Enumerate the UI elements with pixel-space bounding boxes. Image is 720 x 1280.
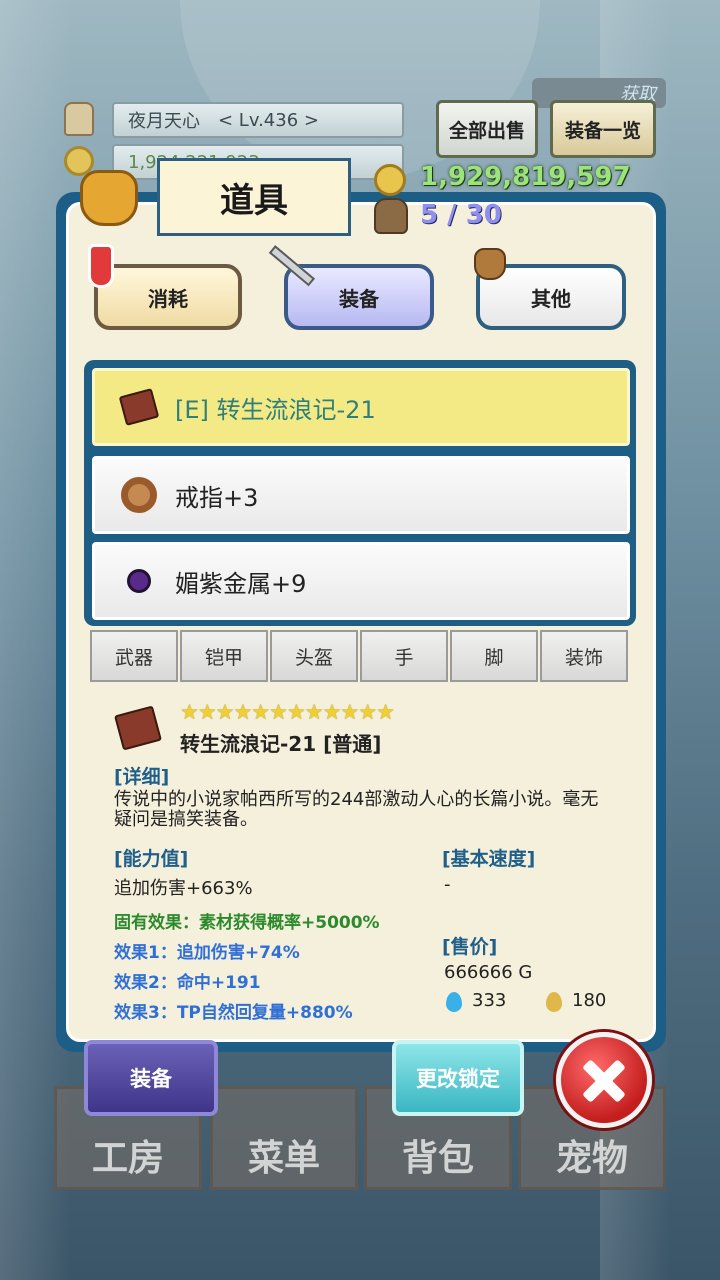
list-item[interactable]: 媚紫金属+9 — [92, 542, 630, 620]
tab-foot-label: 脚 — [484, 646, 504, 669]
tab-foot[interactable]: 脚 — [450, 630, 538, 682]
player-level: < Lv.436 > — [218, 109, 319, 131]
equip-list-label: 装备一览 — [564, 119, 641, 142]
tab-weapon[interactable]: 武器 — [90, 630, 178, 682]
tab-hand-label: 手 — [394, 646, 414, 669]
nav-workshop-label: 工房 — [91, 1138, 164, 1179]
detail-header: [详细] — [114, 766, 170, 788]
effect-3: 效果3：TP自然回复量+880% — [114, 1003, 353, 1023]
inherent-effect: 固有效果：素材获得概率+5000% — [114, 913, 380, 933]
category-other-label: 其他 — [531, 286, 571, 311]
equip-button-label: 装备 — [130, 1067, 172, 1091]
tab-accessory[interactable]: 装饰 — [540, 630, 628, 682]
player-name-bar: 夜月天心 < Lv.436 > — [112, 102, 404, 138]
category-consumables-label: 消耗 — [148, 286, 188, 311]
bag-icon — [80, 170, 138, 226]
item-title: 转生流浪记-21 [普通] — [180, 732, 382, 756]
list-item[interactable]: [E] 转生流浪记-21 — [92, 368, 630, 446]
change-lock-button[interactable]: 更改锁定 — [392, 1040, 524, 1116]
nav-menu[interactable]: 菜单 — [210, 1086, 358, 1190]
effect-1: 效果1：追加伤害+74% — [114, 943, 300, 963]
rarity-stars: ★★★★★★★★★★★★ — [180, 700, 395, 724]
tab-helmet[interactable]: 头盔 — [270, 630, 358, 682]
ability-header: [能力值] — [114, 848, 189, 870]
water-value: 333 — [472, 990, 507, 1011]
nav-bag-label: 背包 — [401, 1138, 474, 1179]
sell-all-label: 全部出售 — [448, 119, 525, 142]
pouch-icon — [474, 248, 506, 280]
drop-value: 180 — [572, 990, 607, 1011]
tab-armor[interactable]: 铠甲 — [180, 630, 268, 682]
item-name: 戒指+3 — [175, 483, 259, 512]
tab-helmet-label: 头盔 — [294, 646, 333, 669]
sell-all-button[interactable]: 全部出售 — [436, 100, 538, 158]
price-header: [售价] — [442, 936, 498, 958]
speed-value: - — [444, 874, 451, 895]
change-lock-label: 更改锁定 — [416, 1067, 500, 1091]
tab-weapon-label: 武器 — [114, 646, 153, 669]
backpack-icon — [374, 198, 408, 234]
potion-icon — [88, 244, 114, 288]
speed-header: [基本速度] — [442, 848, 536, 870]
book-icon — [118, 387, 160, 427]
tab-accessory-label: 装饰 — [564, 646, 603, 669]
gold-coin-icon — [374, 164, 406, 196]
category-consumables-button[interactable]: 消耗 — [94, 264, 242, 330]
player-avatar-icon — [64, 102, 94, 136]
inventory-title: 道具 — [157, 158, 351, 236]
inventory-capacity: 5 / 30 — [420, 200, 502, 230]
item-name: [E] 转生流浪记-21 — [175, 395, 376, 424]
water-drop-icon — [446, 992, 462, 1012]
item-name: 媚紫金属+9 — [175, 569, 307, 598]
effect-2: 效果2：命中+191 — [114, 973, 261, 993]
ring-icon — [119, 475, 159, 515]
category-equipment-label: 装备 — [339, 286, 379, 311]
equip-list-button[interactable]: 装备一览 — [550, 100, 656, 158]
item-description: 传说中的小说家帕西所写的244部激动人心的长篇小说。毫无疑问是搞笑装备。 — [114, 789, 599, 830]
player-name: 夜月天心 — [128, 111, 200, 132]
gem-icon — [119, 561, 159, 601]
close-button[interactable] — [556, 1032, 652, 1128]
price-value: 666666 G — [444, 962, 533, 983]
nav-menu-label: 菜单 — [247, 1138, 320, 1179]
inventory-gold: 1,929,819,597 — [420, 162, 631, 192]
tab-armor-label: 铠甲 — [204, 646, 243, 669]
inventory-title-text: 道具 — [220, 180, 288, 221]
list-item[interactable]: 戒指+3 — [92, 456, 630, 534]
ability-value: 追加伤害+663% — [114, 878, 253, 899]
nav-pet-label: 宠物 — [555, 1138, 628, 1179]
tab-hand[interactable]: 手 — [360, 630, 448, 682]
oil-drop-icon — [546, 992, 562, 1012]
equip-button[interactable]: 装备 — [84, 1040, 218, 1116]
